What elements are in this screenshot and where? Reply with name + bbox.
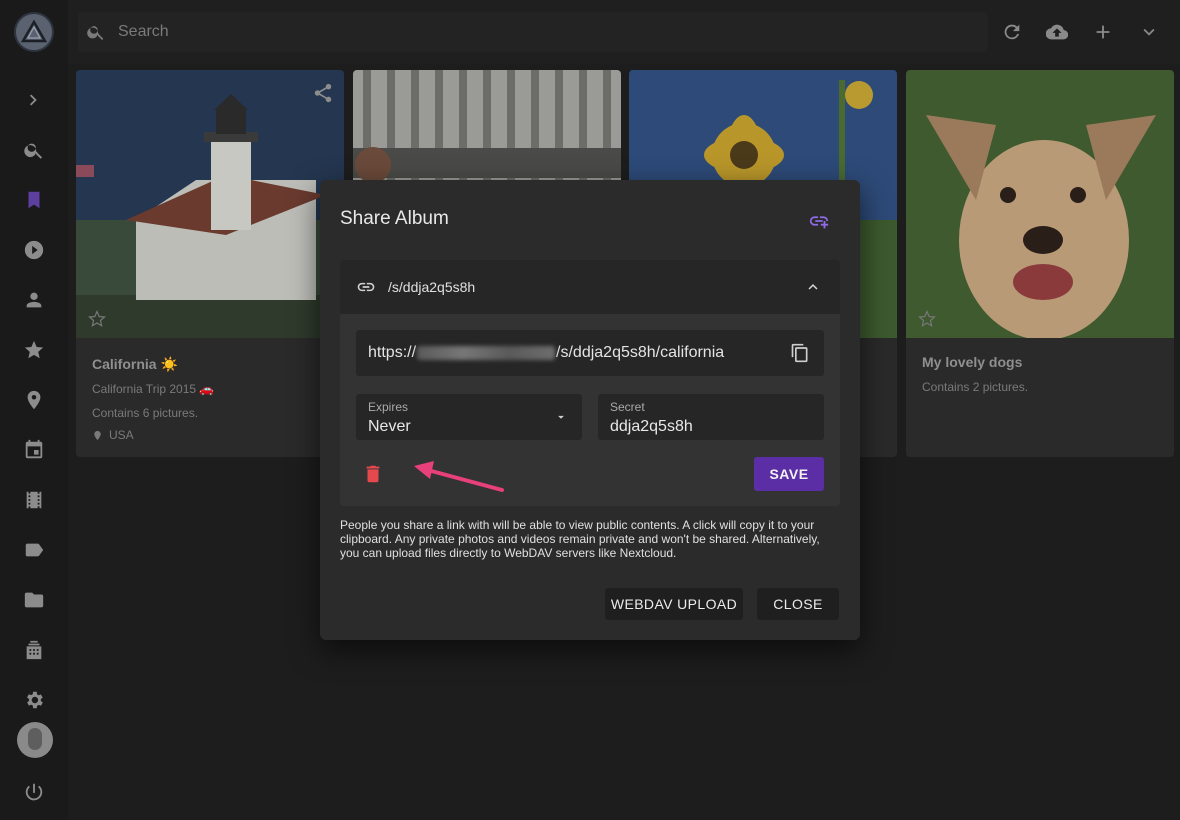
power-icon[interactable] xyxy=(22,780,46,804)
album-title[interactable]: California ☀️ xyxy=(92,356,178,373)
film-icon[interactable] xyxy=(22,488,46,512)
share-url-field[interactable]: https:// /s/ddja2q5s8h/california xyxy=(356,330,824,376)
share-icon[interactable] xyxy=(312,82,334,104)
album-title[interactable]: My lovely dogs xyxy=(922,354,1022,370)
album-count: Contains 2 pictures. xyxy=(922,380,1029,394)
secret-value[interactable]: ddja2q5s8h xyxy=(610,418,693,436)
delete-icon[interactable] xyxy=(362,462,384,486)
album-card[interactable]: California ☀️ California Trip 2015 🚗 Con… xyxy=(76,70,344,457)
secret-label: Secret xyxy=(610,400,645,414)
album-card[interactable]: My lovely dogs Contains 2 pictures. xyxy=(906,70,1174,457)
share-url-suffix: /s/ddja2q5s8h/california xyxy=(556,344,725,361)
label-icon[interactable] xyxy=(22,538,46,562)
top-toolbar xyxy=(68,0,1180,64)
share-url[interactable]: https:// /s/ddja2q5s8h/california xyxy=(368,344,724,362)
save-button[interactable]: SAVE xyxy=(754,457,824,491)
search-bar[interactable] xyxy=(78,12,988,52)
share-album-dialog: Share Album /s/ddja2q5s8h https:// /s/dd… xyxy=(320,180,860,640)
share-link-header[interactable]: /s/ddja2q5s8h xyxy=(340,260,840,314)
album-count: Contains 6 pictures. xyxy=(92,406,199,420)
place-icon xyxy=(94,430,101,440)
expires-value[interactable]: Never xyxy=(368,418,411,436)
album-location-label: USA xyxy=(109,428,134,442)
plus-icon[interactable] xyxy=(1091,20,1115,44)
place-icon[interactable] xyxy=(22,388,46,412)
share-url-prefix: https:// xyxy=(368,344,417,361)
link-icon xyxy=(357,282,375,292)
webdav-upload-button[interactable]: WEBDAV UPLOAD xyxy=(605,588,743,620)
dialog-title: Share Album xyxy=(340,208,449,229)
close-button[interactable]: CLOSE xyxy=(757,588,839,620)
expires-label: Expires xyxy=(368,400,409,414)
album-thumbnail[interactable] xyxy=(906,70,1174,340)
person-icon[interactable] xyxy=(22,288,46,312)
avatar[interactable] xyxy=(17,722,53,758)
expires-select[interactable]: Expires Never xyxy=(356,394,582,440)
gear-icon[interactable] xyxy=(22,688,46,712)
chevron-right-icon[interactable] xyxy=(22,88,46,112)
folder-icon[interactable] xyxy=(22,588,46,612)
star-icon[interactable] xyxy=(918,309,936,328)
app-logo[interactable] xyxy=(14,12,54,52)
chevron-up-icon[interactable] xyxy=(804,278,822,296)
search-icon[interactable] xyxy=(22,138,46,162)
album-location: USA xyxy=(92,428,134,442)
album-subtitle: California Trip 2015 🚗 xyxy=(92,382,215,396)
annotation-arrow-icon xyxy=(414,461,504,492)
secret-field[interactable]: Secret ddja2q5s8h xyxy=(598,394,824,440)
redacted-domain xyxy=(417,346,556,360)
add-link-icon[interactable] xyxy=(808,210,830,232)
refresh-icon[interactable] xyxy=(1000,20,1024,44)
star-icon[interactable] xyxy=(88,309,106,328)
share-link-panel: /s/ddja2q5s8h https:// /s/ddja2q5s8h/cal… xyxy=(340,260,840,506)
share-info-text: People you share a link with will be abl… xyxy=(340,518,820,560)
album-stack-icon[interactable] xyxy=(22,638,46,662)
share-link-label: /s/ddja2q5s8h xyxy=(388,279,476,295)
copy-icon[interactable] xyxy=(790,343,810,363)
calendar-icon[interactable] xyxy=(22,438,46,462)
search-icon xyxy=(87,26,104,40)
play-icon[interactable] xyxy=(22,238,46,262)
cloud-upload-icon[interactable] xyxy=(1045,20,1069,44)
chevron-down-icon[interactable] xyxy=(1137,20,1161,44)
album-thumbnail[interactable] xyxy=(76,70,344,338)
caret-down-icon[interactable] xyxy=(554,410,568,424)
sidebar xyxy=(0,0,68,820)
bookmark-icon[interactable] xyxy=(22,188,46,212)
search-input[interactable] xyxy=(118,23,918,41)
star-icon[interactable] xyxy=(22,338,46,362)
